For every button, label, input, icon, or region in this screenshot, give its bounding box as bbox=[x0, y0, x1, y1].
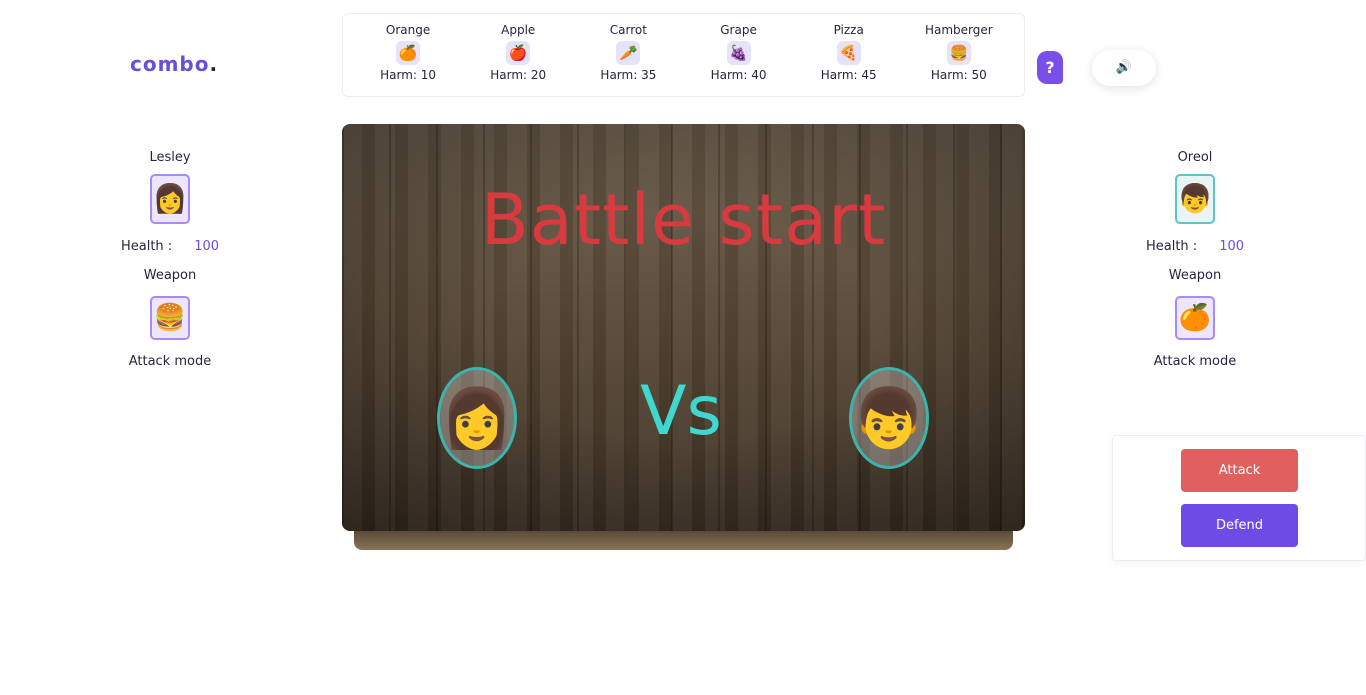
player-panel-right: Oreol 👦 Health : 100 Weapon 🍊 Attack mode bbox=[1125, 148, 1265, 369]
weapon-orange-icon: 🍊 bbox=[1175, 296, 1215, 340]
food-item-pizza: Pizza 🍕 Harm: 45 bbox=[799, 14, 899, 96]
food-harm: Harm: 50 bbox=[930, 68, 987, 82]
carrot-icon: 🥕 bbox=[616, 41, 641, 65]
logo-dot: . bbox=[209, 52, 219, 76]
hamburger-icon: 🍔 bbox=[946, 41, 971, 65]
food-item-carrot: Carrot 🥕 Harm: 35 bbox=[578, 14, 678, 96]
food-name: Apple bbox=[501, 23, 536, 37]
food-harm: Harm: 10 bbox=[380, 68, 437, 82]
health-value: 100 bbox=[1219, 239, 1245, 254]
player-health: Health : 100 bbox=[100, 238, 240, 260]
sound-toggle-button[interactable]: 🔊 bbox=[1092, 50, 1156, 86]
logo-text: combo bbox=[130, 52, 210, 76]
health-value: 100 bbox=[194, 239, 220, 254]
player-panel-left: Lesley 👩 Health : 100 Weapon 🍔 Attack mod… bbox=[100, 148, 240, 369]
player-mode: Attack mode bbox=[128, 354, 212, 369]
weapon-hamburger-icon: 🍔 bbox=[150, 296, 190, 340]
player-avatar: 👩 bbox=[150, 174, 190, 224]
food-harm-bar: Orange 🍊 Harm: 10 Apple 🍎 Harm: 20 Carro… bbox=[342, 13, 1025, 97]
battle-title: Battle start bbox=[480, 179, 887, 261]
battle-arena: Battle start 👩 Vs 👦 bbox=[342, 124, 1025, 531]
food-name: Hamberger bbox=[924, 23, 993, 37]
arena-floor-edge bbox=[354, 531, 1013, 550]
defend-button[interactable]: Defend bbox=[1181, 504, 1298, 547]
food-item-hamberger: Hamberger 🍔 Harm: 50 bbox=[909, 14, 1009, 96]
food-harm: Harm: 35 bbox=[600, 68, 657, 82]
food-name: Carrot bbox=[609, 23, 647, 37]
help-button[interactable]: ? bbox=[1037, 51, 1063, 84]
food-item-apple: Apple 🍎 Harm: 20 bbox=[468, 14, 568, 96]
health-label: Health : bbox=[120, 239, 173, 254]
action-panel: Attack Defend bbox=[1112, 435, 1366, 561]
versus-label: Vs bbox=[640, 372, 722, 451]
player-name: Oreol bbox=[1177, 150, 1213, 165]
food-name: Grape bbox=[720, 23, 757, 37]
orange-icon: 🍊 bbox=[396, 41, 421, 65]
food-harm: Harm: 20 bbox=[490, 68, 547, 82]
fighter-left-avatar: 👩 bbox=[437, 367, 517, 469]
speaker-icon: 🔊 bbox=[1115, 60, 1133, 75]
apple-icon: 🍎 bbox=[506, 41, 531, 65]
food-name: Pizza bbox=[833, 23, 864, 37]
player-avatar: 👦 bbox=[1175, 174, 1215, 224]
logo: combo. bbox=[130, 52, 218, 76]
player-mode: Attack mode bbox=[1153, 354, 1237, 369]
fighter-right-avatar: 👦 bbox=[849, 367, 929, 469]
food-name: Orange bbox=[385, 23, 431, 37]
food-item-orange: Orange 🍊 Harm: 10 bbox=[358, 14, 458, 96]
health-label: Health : bbox=[1145, 239, 1198, 254]
weapon-label: Weapon bbox=[1168, 268, 1222, 283]
player-health: Health : 100 bbox=[1125, 238, 1265, 260]
weapon-label: Weapon bbox=[143, 268, 197, 283]
food-harm: Harm: 45 bbox=[820, 68, 877, 82]
food-item-grape: Grape 🍇 Harm: 40 bbox=[689, 14, 789, 96]
food-harm: Harm: 40 bbox=[710, 68, 767, 82]
attack-button[interactable]: Attack bbox=[1181, 449, 1298, 492]
player-name: Lesley bbox=[149, 150, 191, 165]
grape-icon: 🍇 bbox=[726, 41, 751, 65]
pizza-icon: 🍕 bbox=[836, 41, 861, 65]
